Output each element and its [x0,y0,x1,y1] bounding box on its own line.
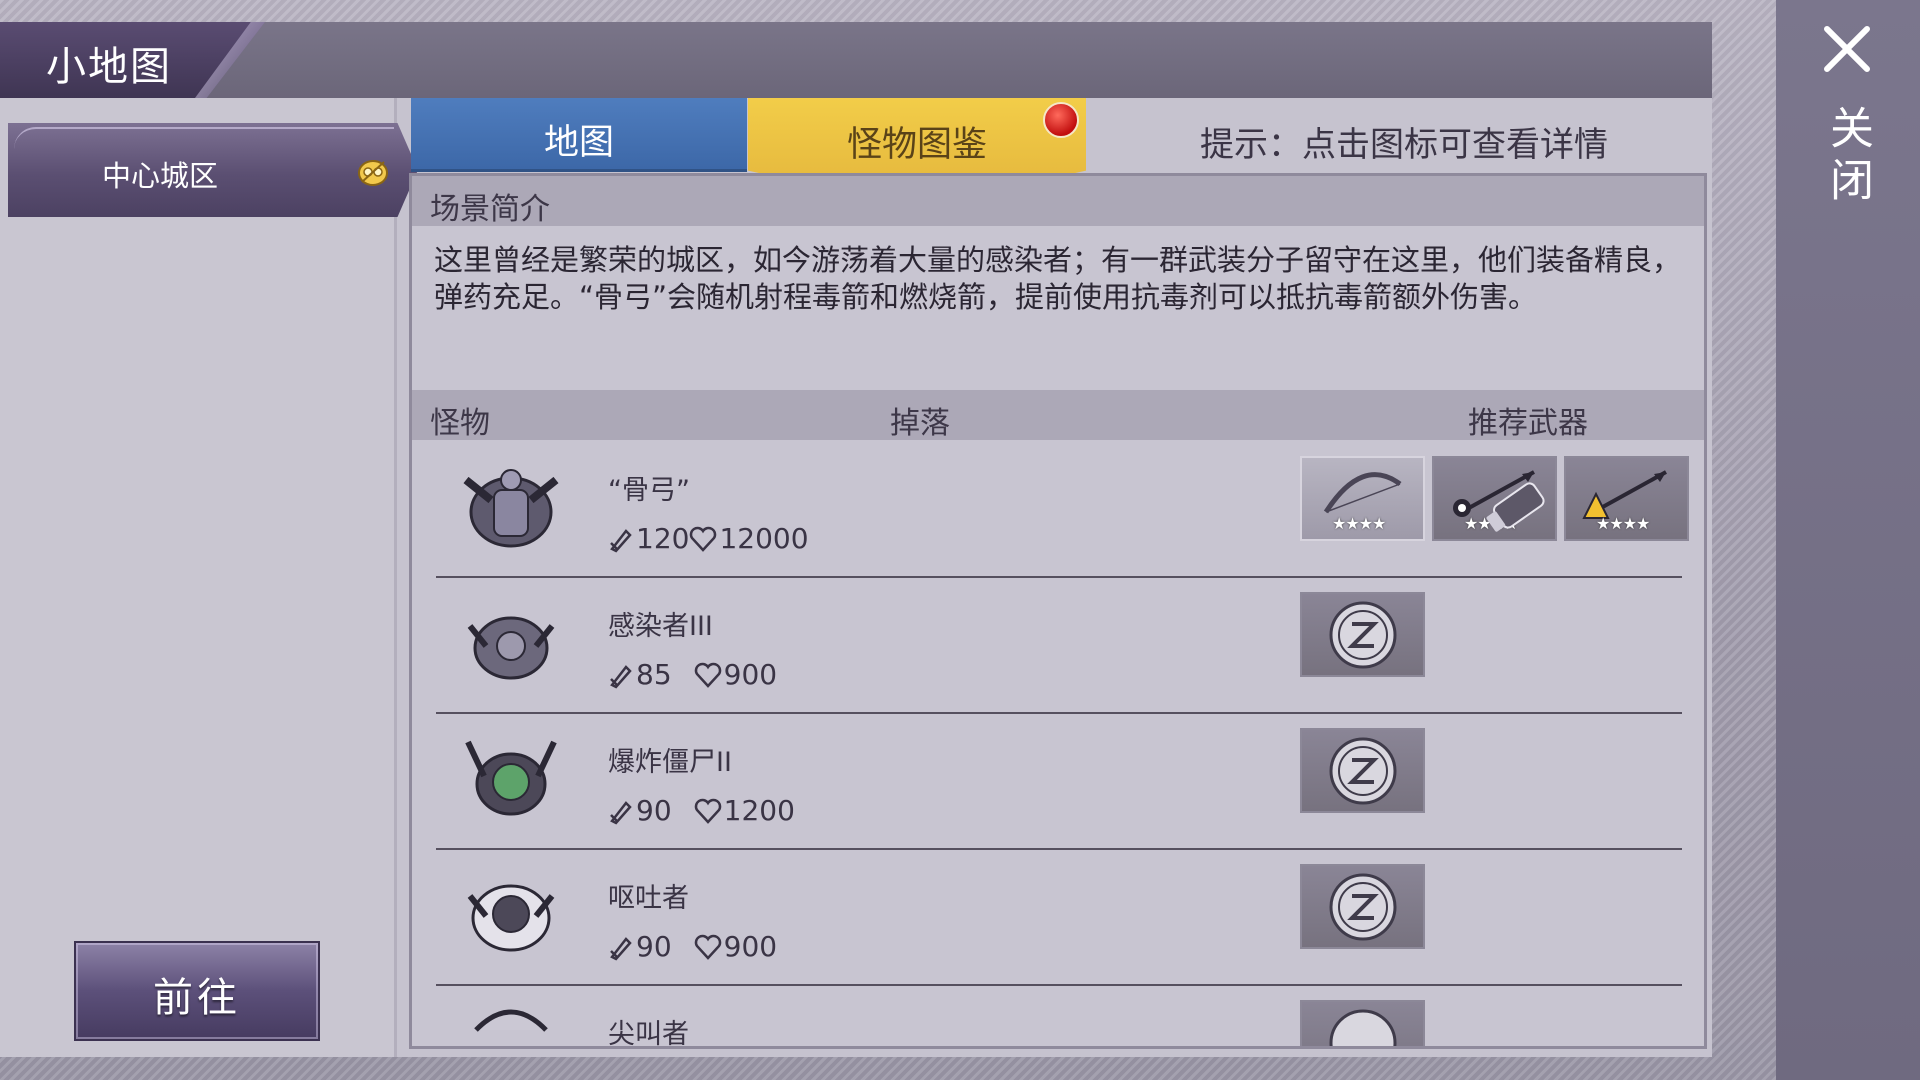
bow-icon [1323,472,1402,514]
heart-icon [694,934,721,960]
table-header: 怪物 掉落 推荐武器 [412,390,1704,441]
monster-name: 感染者III [608,611,713,642]
sidebar-item-label: 中心城区 [102,159,219,193]
monster-name: 爆炸僵尸II [608,747,732,778]
coin-icon [1329,601,1397,669]
monster-stats: 120 12000 [608,522,809,555]
monster-name: 尖叫者 [608,1019,689,1049]
title-bar: 小地图 [0,22,1712,98]
monster-screamer-icon [474,1009,548,1032]
drop-stars: ★★★★ [1596,514,1650,533]
drop-stars: ★★★★ [1332,514,1386,533]
monster-stats: 90 1200 [608,794,795,827]
bell-icon [358,160,388,186]
sidebar-item-center-city[interactable]: 中心城区 [8,123,418,217]
coin-icon [1329,737,1397,805]
heart-icon [694,662,721,688]
col-monster: 怪物 [430,406,490,441]
tab-map[interactable]: 地图 [411,98,747,172]
monster-hp: 900 [723,930,778,963]
monster-name: “骨弓” [608,475,690,506]
monster-name: 呕吐者 [608,883,689,914]
drop-bow[interactable]: ★★★★ [1300,456,1425,541]
attack-icon [610,528,632,553]
close-icon[interactable] [1822,24,1872,74]
monster-bone-bow-icon [463,469,559,548]
monster-row[interactable]: 感染者III 85 900 [436,576,1682,714]
close-button[interactable]: 关闭 [1822,105,1873,209]
attack-icon [610,664,632,689]
monster-attack: 85 [636,658,672,691]
col-drop: 掉落 [890,406,950,441]
drop-coin[interactable] [1300,864,1425,949]
scene-description: 这里曾经是繁荣的城区，如今游荡着大量的感染者；有一群武装分子留守在这里，他们装备… [434,243,1682,314]
monster-vomiter-icon [467,884,555,952]
go-button[interactable]: 前往 [74,941,320,1041]
area-sidebar: 中心城区 前往 [0,98,418,1057]
monster-attack: 90 [636,794,672,827]
monster-stats: 85 900 [608,658,777,691]
monster-attack: 90 [636,930,672,963]
monster-row[interactable]: 爆炸僵尸II 90 1200 [436,712,1682,850]
monster-exploding-zombie-icon [465,740,557,816]
heart-icon [690,526,717,552]
fire-arrow-icon [1582,470,1667,519]
monster-row[interactable]: “骨弓” 120 12000 ★★★★ ★★★★ [436,440,1689,578]
window-title: 小地图 [46,44,172,90]
coin-icon [1329,1009,1397,1046]
monster-row[interactable]: 呕吐者 90 900 [436,848,1682,986]
scene-header: 场景简介 [412,176,1704,227]
drop-fire-arrow[interactable]: ★★★★ [1564,456,1689,541]
drop-coin[interactable] [1300,728,1425,813]
monster-hp: 12000 [719,522,809,555]
monster-panel: 场景简介 这里曾经是繁荣的城区，如今游荡着大量的感染者；有一群武装分子留守在这里… [409,173,1707,1049]
monster-stats: 90 900 [608,930,777,963]
attack-icon [610,800,632,825]
hint-text: 提示：点击图标可查看详情 [1200,125,1608,165]
monster-row[interactable]: 尖叫者 [436,984,1682,1049]
attack-icon [610,936,632,961]
monster-attack: 120 [636,522,690,555]
col-weapon: 推荐武器 [1468,406,1588,441]
heart-icon [694,798,721,824]
coin-icon [1329,873,1397,941]
notification-dot [1043,102,1079,138]
monster-infected-icon [467,616,555,680]
monster-hp: 900 [723,658,778,691]
drop-coin[interactable] [1300,1000,1425,1046]
drop-coin[interactable] [1300,592,1425,677]
vial-icon[interactable] [1476,470,1556,540]
monster-hp: 1200 [723,794,795,827]
